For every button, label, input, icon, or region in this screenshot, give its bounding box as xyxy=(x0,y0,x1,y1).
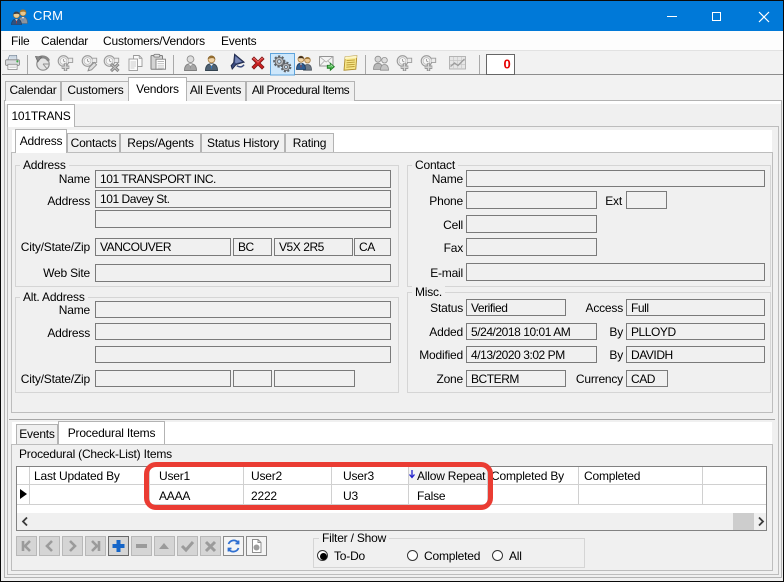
svg-text:0: 0 xyxy=(503,57,510,72)
